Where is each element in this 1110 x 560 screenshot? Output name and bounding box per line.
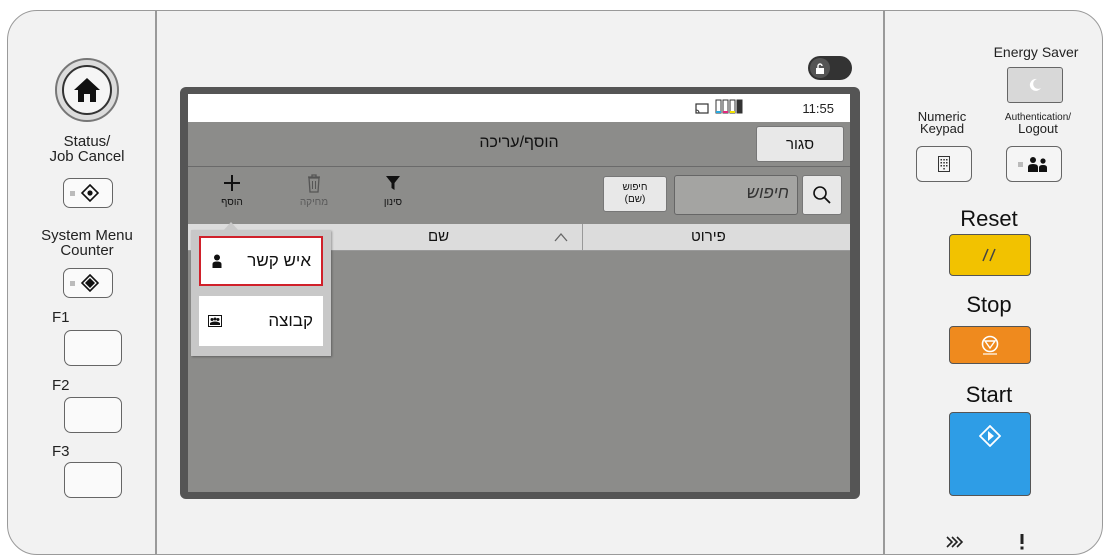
energy-saver-label: Energy Saver [993, 44, 1079, 60]
stop-button[interactable] [949, 326, 1031, 364]
keypad-icon [938, 156, 950, 172]
system-menu-counter-button[interactable] [63, 268, 113, 298]
delete-label: מחיקה [299, 197, 329, 208]
authentication-label-line2: Logout [1018, 121, 1058, 136]
toner-level-icon [715, 99, 743, 114]
processing-indicator-icon [946, 536, 964, 548]
cast-icon [695, 103, 709, 114]
moon-icon [1029, 78, 1041, 91]
authentication-logout-button[interactable] [1006, 146, 1062, 182]
page-title: הוסף/עריכה [479, 134, 559, 151]
screen-lock-toggle[interactable] [808, 56, 852, 80]
f1-label: F1 [52, 309, 70, 326]
start-button[interactable] [949, 412, 1031, 496]
group-icon [208, 315, 222, 327]
panel-divider-left [155, 10, 157, 555]
stop-label: Stop [966, 292, 1012, 317]
plus-icon [224, 175, 240, 191]
indicator-led [1018, 161, 1023, 167]
panel-divider-right [883, 10, 885, 555]
start-icon [979, 425, 1001, 447]
f2-button[interactable] [64, 397, 122, 433]
energy-saver-button[interactable] [1007, 67, 1063, 103]
stop-icon [981, 335, 999, 355]
attention-indicator-icon [1020, 534, 1024, 550]
f2-label: F2 [52, 377, 70, 394]
add-menu-item-group[interactable]: קבוצה [199, 296, 323, 346]
status-icon [81, 184, 99, 202]
home-button[interactable] [55, 58, 119, 122]
status-job-cancel-button[interactable] [63, 178, 113, 208]
search-input[interactable]: חיפוש [674, 175, 798, 215]
add-menu-popup: איש קשר קבוצה [191, 222, 331, 356]
home-icon [74, 78, 100, 102]
search-scope-button[interactable]: חיפוש (שם) [603, 176, 667, 212]
filter-icon [386, 176, 400, 190]
title-bar: הוסף/עריכה סגור [188, 122, 850, 167]
delete-button[interactable]: מחיקה [289, 171, 339, 208]
column-header-name[interactable]: שם [428, 228, 449, 245]
status-label-line1: Status/ [63, 133, 111, 150]
f3-button[interactable] [64, 462, 122, 498]
popup-pointer [223, 222, 239, 231]
trash-icon [308, 174, 320, 193]
numeric-keypad-button[interactable] [916, 146, 972, 182]
reset-label: Reset [960, 206, 1018, 231]
search-scope-line1: חיפוש [622, 182, 648, 193]
column-header-details[interactable]: פירוט [691, 228, 726, 245]
filter-label: סינון [383, 197, 403, 208]
lock-icon [816, 62, 824, 74]
column-separator [582, 224, 583, 250]
system-menu-label-line1: System Menu [41, 227, 133, 244]
reset-icon [982, 248, 996, 262]
reset-button[interactable] [949, 234, 1031, 276]
search-scope-line2: (שם) [624, 194, 646, 205]
f3-label: F3 [52, 443, 70, 460]
sort-ascending-icon[interactable] [554, 232, 568, 242]
person-icon [212, 254, 222, 268]
search-icon [813, 186, 831, 204]
status-label-line2: Job Cancel [49, 148, 125, 165]
status-bar: 11:55 [188, 94, 850, 122]
add-menu-item-label: איש קשר [247, 251, 311, 270]
numeric-keypad-label-line2: Keypad [919, 121, 965, 136]
clock: 11:55 [802, 101, 834, 116]
indicator-led [70, 280, 75, 286]
users-icon [1028, 157, 1047, 172]
system-menu-icon [81, 274, 99, 292]
search-button[interactable] [802, 175, 842, 215]
close-button[interactable]: סגור [756, 126, 844, 162]
start-label: Start [965, 382, 1013, 407]
add-button[interactable]: הוסף [207, 171, 257, 208]
indicator-led [70, 190, 75, 196]
add-label: הוסף [221, 197, 243, 208]
add-menu-item-contact[interactable]: איש קשר [199, 236, 323, 286]
filter-button[interactable]: סינון [368, 171, 418, 208]
system-menu-label-line2: Counter [60, 242, 114, 259]
add-menu-item-label: קבוצה [268, 311, 313, 330]
f1-button[interactable] [64, 330, 122, 366]
